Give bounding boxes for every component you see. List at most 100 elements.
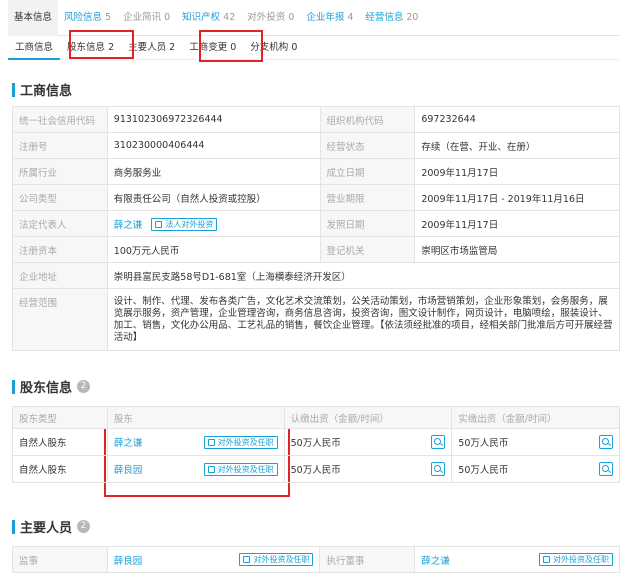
- personnel-cell: 薛之谦 对外投资及任职: [414, 546, 620, 573]
- founded-label: 成立日期: [319, 158, 416, 185]
- table-row: 注册资本 100万元人民币 登记机关 崇明区市场监管局: [12, 236, 620, 263]
- subtab-count: 0: [230, 41, 237, 53]
- table-header-row: 股东类型 股东 认缴出资（金额/时间） 实缴出资（金额/时间）: [12, 406, 620, 429]
- legal-rep-label: 法定代表人: [12, 210, 108, 237]
- tab-count: 0: [164, 11, 171, 23]
- issue-date-label: 发照日期: [319, 210, 416, 237]
- investment-positions-button[interactable]: 对外投资及任职: [203, 462, 278, 476]
- search-icon[interactable]: [599, 435, 613, 449]
- column-header: 实缴出资（金额/时间）: [451, 406, 620, 429]
- tab-ip[interactable]: 知识产权 42: [176, 0, 241, 36]
- section-title-shareholders: 股东信息 2: [12, 377, 91, 396]
- legal-rep-cell: 薛之谦 法人对外投资: [106, 210, 321, 237]
- tab-count: 0: [288, 11, 295, 23]
- table-row: 法定代表人 薛之谦 法人对外投资 发照日期 2009年11月17日: [12, 210, 620, 237]
- tab-annual-reports[interactable]: 企业年报 4: [300, 0, 359, 36]
- org-code-value: 697232644: [414, 106, 620, 133]
- reg-no-value: 310230000406444: [106, 132, 321, 159]
- table-row: 所属行业 商务服务业 成立日期 2009年11月17日: [12, 158, 620, 185]
- term-label: 营业期限: [319, 184, 416, 211]
- tab-basic-info[interactable]: 基本信息: [8, 0, 59, 36]
- shareholder-type: 自然人股东: [12, 428, 108, 456]
- table-row: 企业地址 崇明县富民支路58号D1-681室（上海横泰经济开发区）: [12, 262, 621, 289]
- personnel-table: 监事 薛良园 对外投资及任职 执行董事 薛之谦 对外投资及任职: [12, 546, 620, 573]
- term-value: 2009年11月17日 - 2019年11月16日: [414, 184, 620, 211]
- tab-company-news[interactable]: 企业简讯 0: [117, 0, 176, 36]
- personnel-role: 执行董事: [319, 546, 416, 573]
- legal-rep-link[interactable]: 薛之谦: [114, 220, 143, 231]
- tab-risk-info[interactable]: 风险信息 5: [58, 0, 117, 36]
- company-type-label: 公司类型: [12, 184, 108, 211]
- reg-no-label: 注册号: [12, 132, 108, 159]
- personnel-name-link[interactable]: 薛良园: [114, 553, 143, 567]
- tab-count: 4: [347, 11, 354, 23]
- company-type-value: 有限责任公司（自然人投资或控股）: [106, 184, 321, 211]
- paid-value: 50万人民币: [458, 465, 509, 476]
- legal-rep-investment-button[interactable]: 法人对外投资: [151, 217, 218, 231]
- table-row: 经营范围 设计、制作、代理、发布各类广告，文化艺术交流策划，公关活动策划，市场营…: [12, 288, 621, 351]
- address-value: 崇明县富民支路58号D1-681室（上海横泰经济开发区）: [106, 262, 621, 289]
- investment-positions-button[interactable]: 对外投资及任职: [539, 553, 613, 566]
- shareholders-table: 股东类型 股东 认缴出资（金额/时间） 实缴出资（金额/时间） 自然人股东 薛之…: [12, 406, 620, 483]
- tab-count: 20: [406, 11, 419, 23]
- investment-icon: [155, 220, 163, 228]
- investment-icon: [207, 465, 215, 473]
- status-value: 存续（在营、开业、在册）: [414, 132, 620, 159]
- org-code-label: 组织机构代码: [319, 106, 416, 133]
- paid-value: 50万人民币: [458, 438, 509, 449]
- count-badge: 2: [77, 380, 91, 393]
- subscribed-value: 50万人民币: [290, 438, 341, 449]
- tab-count: 42: [223, 11, 236, 23]
- section-accent-bar: [12, 82, 15, 97]
- shareholder-name-link[interactable]: 薛之谦: [114, 435, 143, 449]
- search-icon[interactable]: [431, 435, 446, 449]
- personnel-cell: 薛良园 对外投资及任职: [106, 546, 321, 573]
- personnel-name-link[interactable]: 薛之谦: [421, 553, 450, 567]
- issue-date-value: 2009年11月17日: [414, 210, 620, 237]
- shareholder-type: 自然人股东: [12, 455, 108, 483]
- tab-investments[interactable]: 对外投资 0: [241, 0, 300, 36]
- count-badge: 2: [77, 520, 91, 533]
- table-row: 注册号 310230000406444 经营状态 存续（在营、开业、在册）: [12, 132, 620, 159]
- address-label: 企业地址: [12, 262, 108, 289]
- credit-code-label: 统一社会信用代码: [12, 106, 108, 133]
- sub-tab-bar: 工商信息 股东信息 2 主要人员 2 工商变更 0 分支机构 0: [8, 36, 620, 60]
- scope-label: 经营范围: [12, 288, 108, 351]
- section-accent-bar: [12, 519, 15, 534]
- investment-icon: [207, 438, 215, 446]
- subtab-count: 2: [169, 41, 176, 53]
- table-row: 自然人股东 薛良园 对外投资及任职 50万人民币 50万人民币: [12, 455, 620, 483]
- search-icon[interactable]: [431, 462, 446, 476]
- column-header: 股东: [106, 406, 285, 429]
- search-icon[interactable]: [599, 462, 613, 476]
- status-label: 经营状态: [319, 132, 416, 159]
- investment-positions-button[interactable]: 对外投资及任职: [203, 435, 278, 449]
- shareholder-cell: 薛之谦 对外投资及任职: [106, 428, 285, 456]
- authority-label: 登记机关: [319, 236, 416, 263]
- industry-label: 所属行业: [12, 158, 108, 185]
- section-accent-bar: [12, 379, 15, 394]
- subtab-business-info[interactable]: 工商信息: [8, 36, 61, 60]
- investment-icon: [243, 556, 251, 563]
- tab-operations[interactable]: 经营信息 20: [359, 0, 424, 36]
- shareholder-cell: 薛良园 对外投资及任职: [106, 455, 285, 483]
- subscribed-cell: 50万人民币: [283, 428, 453, 456]
- capital-value: 100万元人民币: [106, 236, 321, 263]
- investment-positions-button[interactable]: 对外投资及任职: [239, 553, 314, 566]
- capital-label: 注册资本: [12, 236, 108, 263]
- tab-count: 5: [105, 11, 112, 23]
- subtab-shareholders[interactable]: 股东信息 2: [60, 36, 121, 60]
- subtab-branches[interactable]: 分支机构 0: [243, 36, 304, 60]
- industry-value: 商务服务业: [106, 158, 321, 185]
- top-tab-bar: 基本信息 风险信息 5 企业简讯 0 知识产权 42 对外投资 0 企业年报 4 经营信息…: [8, 0, 620, 36]
- subtab-count: 0: [291, 41, 298, 53]
- founded-value: 2009年11月17日: [414, 158, 620, 185]
- credit-code-value: 913102306972326444: [106, 106, 321, 133]
- investment-icon: [543, 556, 550, 563]
- personnel-role: 监事: [12, 546, 108, 573]
- shareholder-name-link[interactable]: 薛良园: [114, 462, 143, 476]
- column-header: 认缴出资（金额/时间）: [283, 406, 453, 429]
- subtab-personnel[interactable]: 主要人员 2: [121, 36, 182, 60]
- subtab-changes[interactable]: 工商变更 0: [182, 36, 243, 60]
- section-title-business-info: 工商信息: [12, 80, 72, 99]
